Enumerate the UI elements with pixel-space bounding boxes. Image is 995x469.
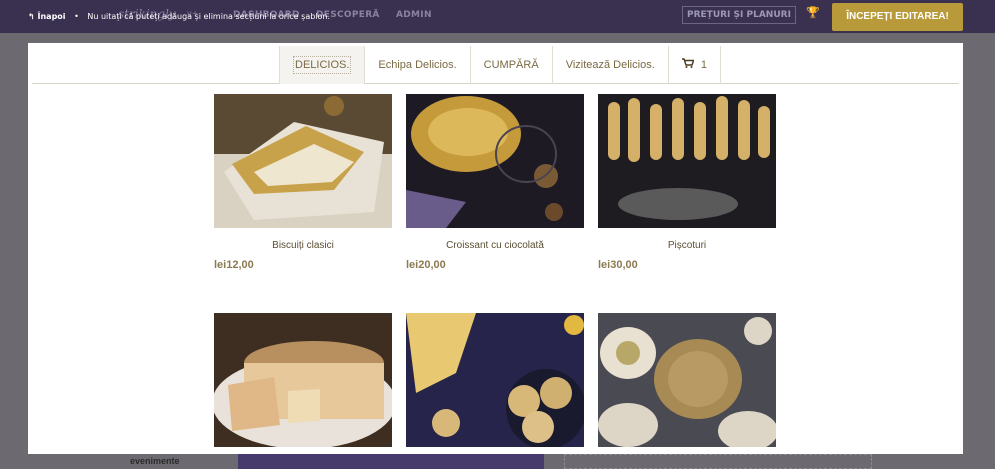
start-editing-button[interactable]: ÎNCEPEȚI EDITAREA!	[832, 3, 963, 31]
pricing-link[interactable]: PREȚURI ȘI PLANURI	[682, 6, 796, 24]
menu-item-visit[interactable]: Vizitează Delicios.	[551, 46, 668, 84]
menu-item-label: Vizitează Delicios.	[565, 59, 655, 71]
menu-item-label: CUMPĂRĂ	[483, 59, 539, 71]
menu-item-shop[interactable]: CUMPĂRĂ	[469, 46, 552, 84]
page-below-modal: evenimente	[0, 454, 995, 469]
product-price: lei30,00	[598, 259, 638, 271]
product-card[interactable]: Croissant cu ciocolată lei20,00	[406, 94, 584, 271]
menu-item-team[interactable]: Echipa Delicios.	[364, 46, 469, 84]
product-image[interactable]	[598, 94, 776, 228]
product-card[interactable]	[406, 313, 584, 447]
notice-message: Nu uitați că puteți adăuga și elimina se…	[87, 12, 331, 21]
cart-count: 1	[700, 59, 707, 71]
product-image[interactable]	[406, 94, 584, 228]
menu-item-label: Echipa Delicios.	[378, 59, 457, 71]
separator: •	[74, 12, 79, 21]
dimmed-section-block	[238, 454, 544, 469]
site-navigation: DELICIOS. Echipa Delicios. CUMPĂRĂ Vizit…	[32, 43, 959, 84]
product-card[interactable]: Pișcoturi lei30,00	[598, 94, 776, 271]
back-link[interactable]: ↰ Înapoi	[28, 12, 66, 21]
product-card[interactable]	[598, 313, 776, 447]
product-card[interactable]	[214, 313, 392, 447]
product-name[interactable]: Biscuiți clasici	[214, 240, 392, 251]
template-preview-modal: DELICIOS. Echipa Delicios. CUMPĂRĂ Vizit…	[28, 43, 963, 454]
product-price: lei20,00	[406, 259, 446, 271]
product-image[interactable]	[214, 313, 392, 447]
product-name[interactable]: Pișcoturi	[598, 240, 776, 251]
dimmed-section-placeholder	[564, 454, 872, 469]
product-image[interactable]	[214, 94, 392, 228]
menu-item-delicios[interactable]: DELICIOS.	[279, 46, 365, 84]
product-image[interactable]	[406, 313, 584, 447]
cart-icon	[681, 58, 697, 71]
nav-admin[interactable]: ADMIN	[396, 10, 432, 20]
back-label: Înapoi	[37, 12, 66, 21]
product-name[interactable]: Croissant cu ciocolată	[406, 240, 584, 251]
events-label: evenimente	[130, 456, 180, 466]
site-menu: DELICIOS. Echipa Delicios. CUMPĂRĂ Vizit…	[279, 46, 721, 84]
cart-button[interactable]: 1	[667, 46, 721, 84]
template-notice: ↰ Înapoi • Nu uitați că puteți adăuga și…	[28, 12, 330, 21]
product-price: lei12,00	[214, 259, 254, 271]
product-image[interactable]	[598, 313, 776, 447]
product-card[interactable]: Biscuiți clasici lei12,00	[214, 94, 392, 271]
menu-item-label: DELICIOS.	[293, 56, 352, 74]
trophy-icon[interactable]: 🏆	[806, 7, 820, 19]
